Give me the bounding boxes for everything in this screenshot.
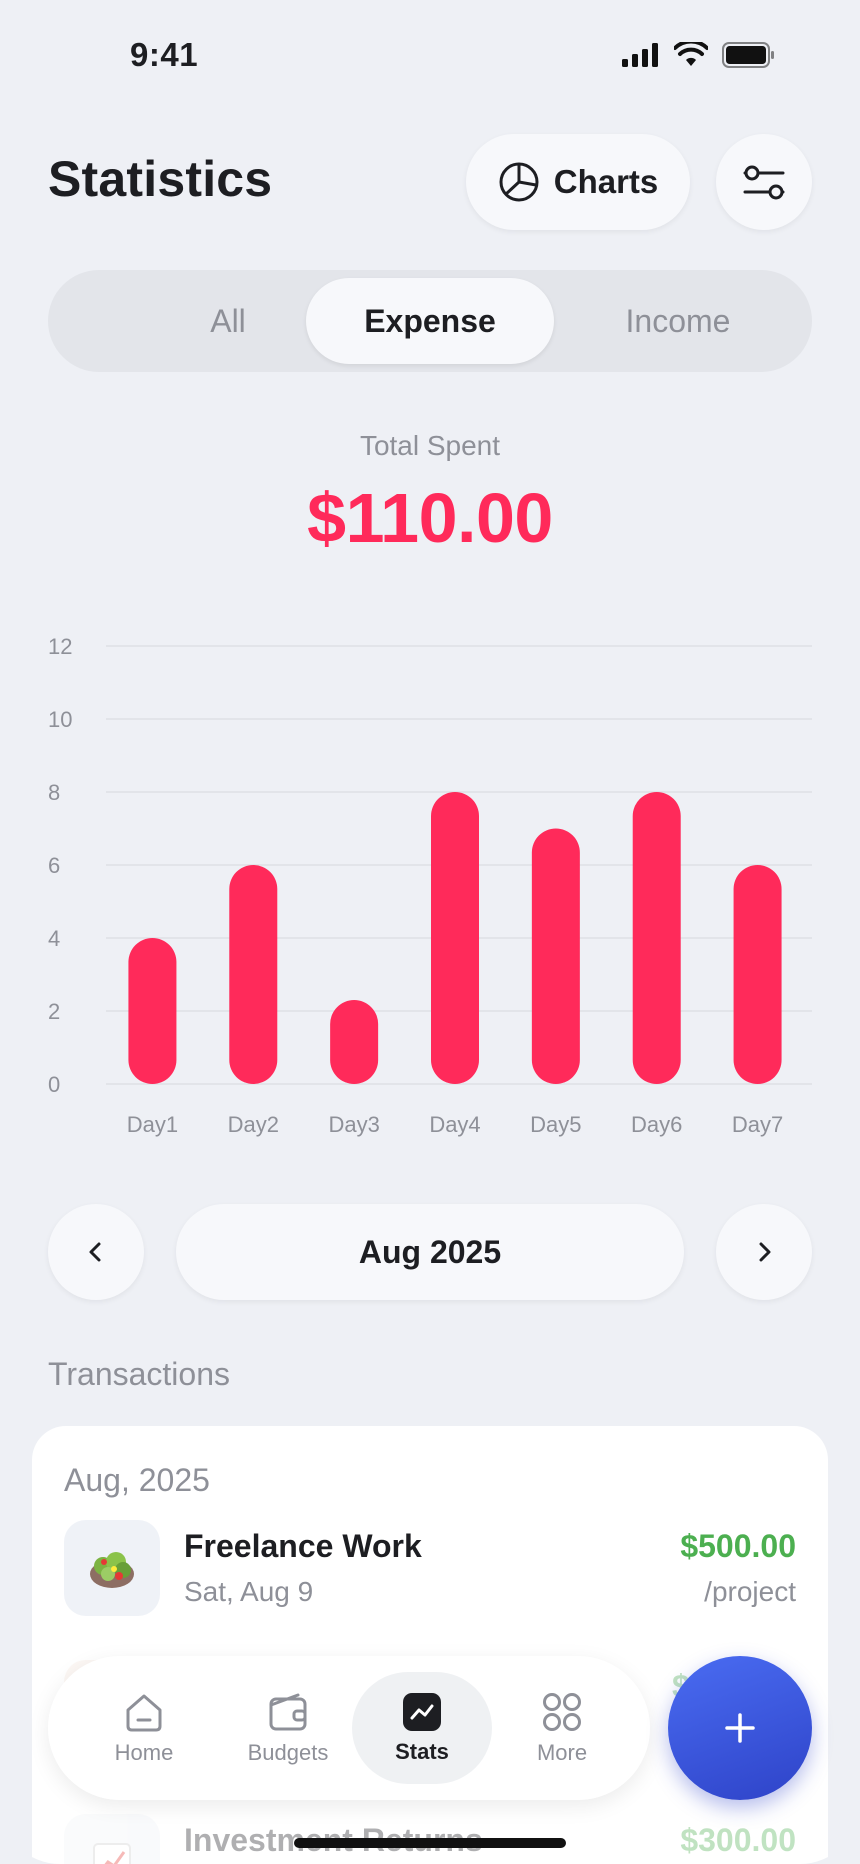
tab-stats[interactable]: Stats (352, 1672, 492, 1784)
x-tick-label: Day7 (732, 1112, 783, 1137)
stats-screen: 9:41 Statistics Charts All Expense Incom… (0, 0, 860, 1864)
pie-chart-icon (499, 162, 539, 202)
y-tick-label: 6 (48, 853, 60, 878)
sliders-icon (743, 165, 785, 200)
y-tick-label: 4 (48, 926, 60, 951)
transaction-date: Sat, Aug 9 (184, 1576, 314, 1607)
signal-icon (622, 43, 658, 67)
tab-income[interactable]: Income (554, 278, 802, 364)
tab-more[interactable]: More (492, 1656, 632, 1800)
bar-day1[interactable] (128, 938, 177, 1084)
home-indicator (294, 1838, 566, 1848)
status-icons (622, 42, 776, 68)
y-tick-label: 2 (48, 999, 60, 1024)
bottom-tab-bar: Home Budgets Stats More (48, 1656, 650, 1800)
x-tick-label: Day4 (429, 1112, 480, 1137)
bar-day2[interactable] (229, 865, 278, 1084)
wifi-icon (674, 42, 708, 66)
expense-bar-chart: 0 2 4 6 8 10 12 Day1 Day2 Day3 Day4 Day5 Day6 Day7 (48, 634, 812, 1137)
tab-budgets[interactable]: Budgets (218, 1656, 358, 1800)
x-tick-label: Day6 (631, 1112, 682, 1137)
chart-up-icon (64, 1814, 160, 1864)
tab-expense[interactable]: Expense (306, 278, 554, 364)
bar-day3[interactable] (330, 1000, 379, 1084)
bar-day5[interactable] (531, 828, 580, 1085)
stats-icon (403, 1693, 441, 1731)
battery-icon (722, 42, 774, 68)
tab-home-label: Home (114, 1740, 174, 1765)
charts-button[interactable]: Charts (466, 134, 690, 230)
y-tick-label: 8 (48, 780, 60, 805)
home-icon (126, 1694, 162, 1732)
total-label: Total Spent (359, 430, 501, 461)
y-tick-label: 12 (48, 634, 72, 659)
add-transaction-button[interactable] (668, 1656, 812, 1800)
chevron-left-icon (89, 1242, 101, 1262)
salad-icon (64, 1520, 160, 1616)
filter-button[interactable] (716, 134, 812, 230)
tab-stats-label: Stats (395, 1739, 449, 1764)
grid-icon (543, 1693, 581, 1731)
tab-home[interactable]: Home (74, 1656, 214, 1800)
page-title: Statistics (48, 151, 273, 207)
transactions-heading: Transactions (48, 1356, 230, 1392)
plus-icon (725, 1713, 755, 1743)
type-segmented-control: All Expense Income (48, 270, 812, 372)
bar-day4[interactable] (431, 792, 479, 1084)
next-month-button[interactable] (716, 1204, 812, 1300)
month-group-label: Aug, 2025 (64, 1462, 210, 1498)
transaction-amount: $500.00 (680, 1528, 796, 1564)
x-tick-label: Day2 (228, 1112, 279, 1137)
previous-month-button[interactable] (48, 1204, 144, 1300)
x-tick-label: Day1 (127, 1112, 178, 1137)
bar-day7[interactable] (733, 865, 782, 1084)
tab-budgets-label: Budgets (247, 1740, 329, 1765)
transaction-row[interactable]: Freelance Work Sat, Aug 9 $500.00 /proje… (64, 1520, 796, 1616)
period-selector[interactable]: Aug 2025 (176, 1204, 684, 1300)
wallet-icon (269, 1693, 307, 1731)
tab-more-label: More (536, 1740, 588, 1765)
x-tick-label: Day5 (530, 1112, 581, 1137)
x-tick-label: Day3 (328, 1112, 379, 1137)
total-value: $110.00 (307, 479, 553, 557)
y-tick-label: 10 (48, 707, 72, 732)
chevron-right-icon (759, 1242, 771, 1262)
charts-button-label: Charts (553, 163, 659, 200)
bar-day6[interactable] (632, 792, 681, 1084)
transaction-title: Freelance Work (184, 1528, 422, 1564)
status-time: 9:41 (130, 36, 199, 73)
transaction-amount: $300.00 (680, 1822, 796, 1858)
y-tick-label: 0 (48, 1072, 60, 1097)
transaction-unit: /project (704, 1576, 796, 1607)
